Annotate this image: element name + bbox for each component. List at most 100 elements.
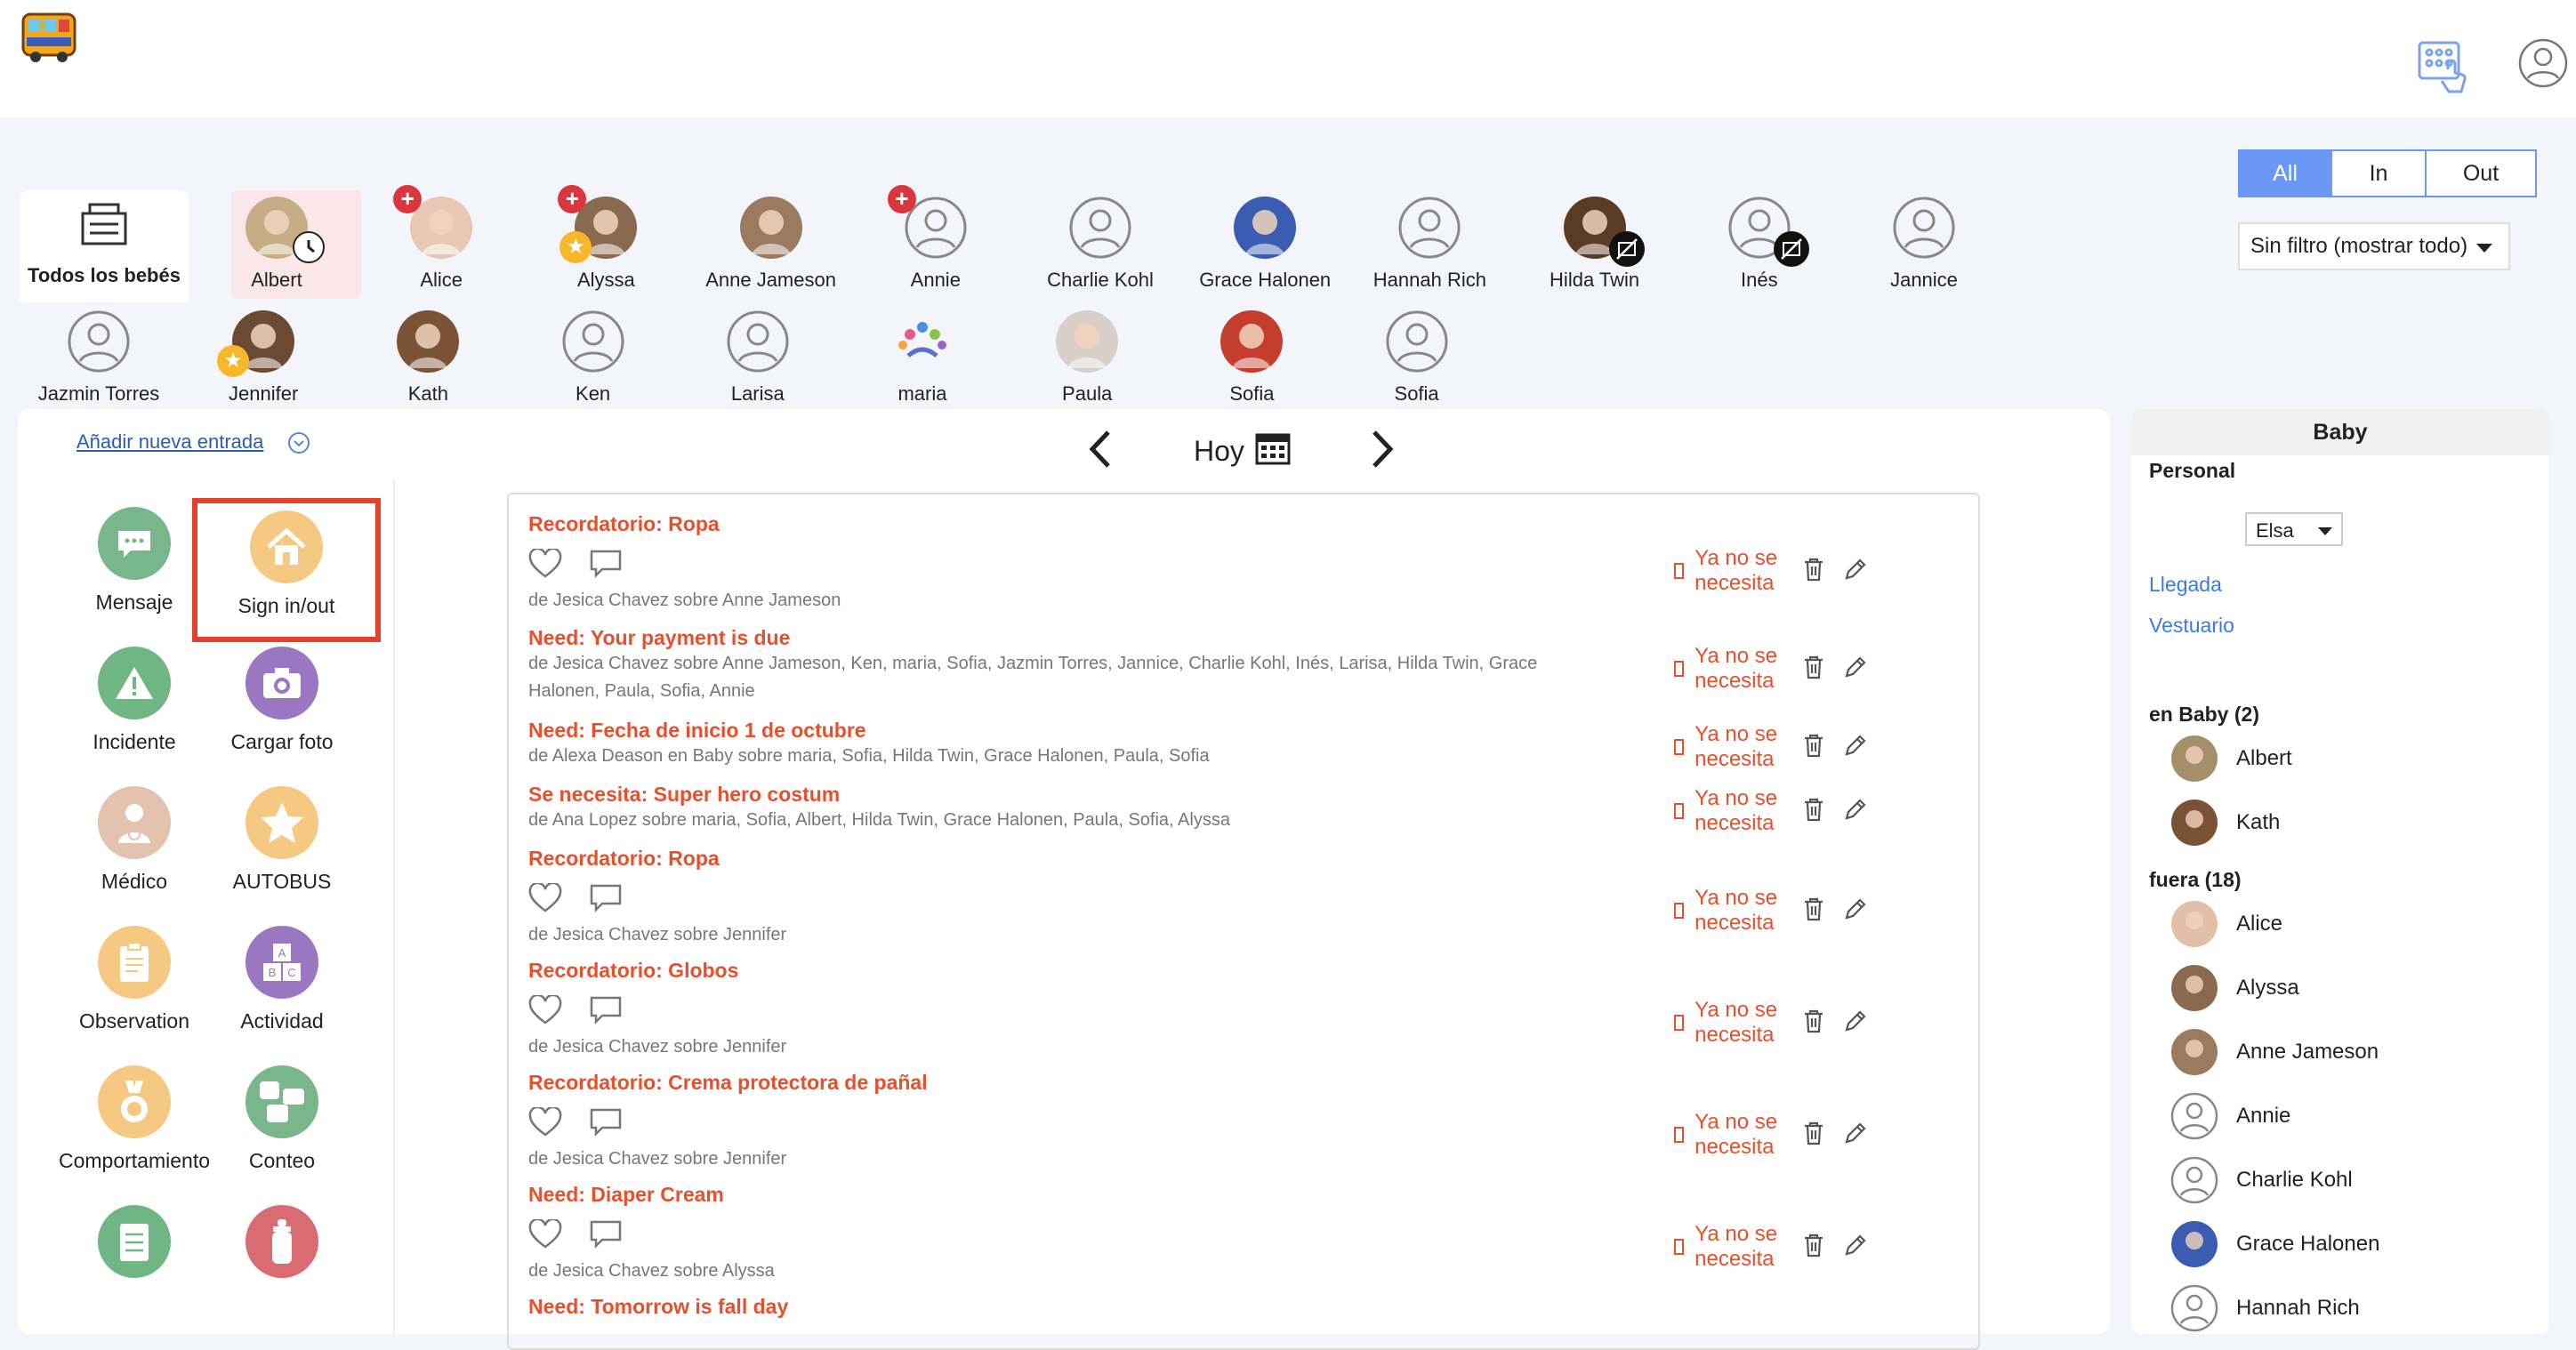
entry-type-autobus[interactable]: AUTOBUS <box>197 786 366 894</box>
kiosk-keypad-icon[interactable] <box>2416 39 2473 96</box>
entry-right-actions: Ya no se necesita <box>1674 1222 1867 1272</box>
child-paula[interactable]: Paula <box>1011 309 1163 406</box>
no-longer-needed-checkbox[interactable] <box>1674 563 1685 579</box>
entry-title[interactable]: Recordatorio: Ropa <box>528 847 1969 871</box>
child-anne-jameson[interactable]: Anne Jameson <box>696 196 847 292</box>
trash-icon[interactable] <box>1803 557 1824 586</box>
child-jazmin-torres[interactable]: Jazmin Torres <box>23 309 174 406</box>
no-longer-needed-checkbox[interactable] <box>1674 1239 1685 1255</box>
child-jannice[interactable]: Jannice <box>1848 196 2000 292</box>
comment-icon[interactable] <box>589 883 623 918</box>
sidebar-child-row[interactable]: Anne Jameson <box>2170 1028 2379 1076</box>
sidebar-child-row[interactable]: Kath <box>2170 799 2280 847</box>
staff-select[interactable]: Elsa <box>2245 512 2343 546</box>
entry-type-actividad[interactable]: A B C Actividad <box>197 926 366 1033</box>
child-alice[interactable]: + Alice <box>366 185 517 292</box>
no-longer-needed-checkbox[interactable] <box>1674 803 1685 819</box>
no-longer-needed-checkbox[interactable] <box>1674 739 1685 755</box>
entry-type-comportamiento[interactable]: Comportamiento <box>50 1065 219 1173</box>
child-hilda-twin[interactable]: Hilda Twin <box>1519 196 1670 292</box>
entry-title[interactable]: Recordatorio: Crema protectora de pañal <box>528 1071 1969 1095</box>
child-hannah-rich[interactable]: Hannah Rich <box>1354 196 1505 292</box>
sidebar-child-row[interactable]: Charlie Kohl <box>2170 1156 2353 1204</box>
entry-type-sign-in-out[interactable]: Sign in/out <box>192 498 381 642</box>
entry-type-conteo[interactable]: Conteo <box>197 1065 366 1173</box>
sidebar-child-row[interactable]: Grace Halonen <box>2170 1220 2379 1268</box>
trash-icon[interactable] <box>1803 1121 1824 1150</box>
heart-icon[interactable] <box>528 547 562 583</box>
trash-icon[interactable] <box>1803 896 1824 926</box>
chevron-down-icon[interactable] <box>288 432 310 454</box>
child-jennifer[interactable]: ★ Jennifer <box>188 309 339 406</box>
entry-type-mensaje[interactable]: Mensaje <box>50 507 219 615</box>
entry-title[interactable]: Need: Tomorrow is fall day <box>528 1295 1969 1319</box>
no-longer-needed-checkbox[interactable] <box>1674 1015 1685 1031</box>
sidebar-child-name: Kath <box>2236 810 2281 834</box>
comment-icon[interactable] <box>589 1107 623 1142</box>
no-longer-needed-checkbox[interactable] <box>1674 903 1685 919</box>
heart-icon[interactable] <box>528 1217 562 1254</box>
pencil-icon[interactable] <box>1844 798 1867 825</box>
sidebar-child-row[interactable]: Alyssa <box>2170 964 2299 1012</box>
child-sofia[interactable]: Sofia <box>1341 309 1493 406</box>
pencil-icon[interactable] <box>1844 1009 1867 1037</box>
no-longer-needed-checkbox[interactable] <box>1674 1127 1685 1143</box>
comment-icon[interactable] <box>589 549 623 583</box>
entry-type-incidente[interactable]: Incidente <box>50 647 219 754</box>
link-vestuario[interactable]: Vestuario <box>2149 614 2234 638</box>
child-maria[interactable]: maria <box>847 309 998 406</box>
pencil-icon[interactable] <box>1844 897 1867 925</box>
filter-in-button[interactable]: In <box>2332 149 2427 197</box>
sidebar-child-row[interactable]: Albert <box>2170 735 2292 783</box>
account-icon[interactable] <box>2517 37 2569 89</box>
link-llegada[interactable]: Llegada <box>2149 573 2222 597</box>
heart-icon[interactable] <box>528 881 562 918</box>
add-entry-link[interactable]: Añadir nueva entrada <box>76 430 263 454</box>
sidebar-child-row[interactable]: Annie <box>2170 1092 2290 1140</box>
entry-type-observation[interactable]: Observation <box>50 926 219 1033</box>
heart-icon[interactable] <box>528 1105 562 1142</box>
entry-type-checklist-icon[interactable] <box>50 1205 219 1289</box>
tab-all-children[interactable]: Todos los bebés <box>20 190 189 302</box>
comment-icon[interactable] <box>589 1219 623 1254</box>
calendar-icon[interactable] <box>1255 433 1291 470</box>
entry-right-actions: Ya no se necesita <box>1674 998 1867 1048</box>
child-albert[interactable]: Albert <box>201 196 352 292</box>
child-alyssa[interactable]: + ★ Alyssa <box>530 185 681 292</box>
entry-type-cargar-foto[interactable]: Cargar foto <box>197 647 366 754</box>
entry-title[interactable]: Recordatorio: Globos <box>528 959 1969 983</box>
child-larisa[interactable]: Larisa <box>682 309 833 406</box>
sidebar-child-row[interactable]: Alice <box>2170 900 2282 948</box>
pencil-icon[interactable] <box>1844 1233 1867 1261</box>
bus-logo-icon[interactable] <box>20 9 78 64</box>
filter-all-button[interactable]: All <box>2238 149 2332 197</box>
child-grace-halonen[interactable]: Grace Halonen <box>1189 196 1340 292</box>
heart-icon[interactable] <box>528 993 562 1030</box>
filter-select[interactable]: Sin filtro (mostrar todo) <box>2238 222 2510 270</box>
trash-icon[interactable] <box>1803 1233 1824 1262</box>
pencil-icon[interactable] <box>1844 1121 1867 1149</box>
child-charlie-kohl[interactable]: Charlie Kohl <box>1025 196 1176 292</box>
entry-title[interactable]: Need: Diaper Cream <box>528 1183 1969 1207</box>
child-in-s[interactable]: Inés <box>1684 196 1835 292</box>
trash-icon[interactable] <box>1803 797 1824 826</box>
chevron-right-icon[interactable] <box>1367 427 1397 476</box>
entry-title[interactable]: Recordatorio: Ropa <box>528 512 1969 536</box>
trash-icon[interactable] <box>1803 733 1824 762</box>
comment-icon[interactable] <box>589 995 623 1030</box>
trash-icon[interactable] <box>1803 1008 1824 1038</box>
entry-type-m-dico[interactable]: Médico <box>50 786 219 894</box>
sidebar-child-row[interactable]: Hannah Rich <box>2170 1284 2360 1332</box>
child-ken[interactable]: Ken <box>518 309 669 406</box>
child-kath[interactable]: Kath <box>352 309 503 406</box>
entry-type-bottle-icon[interactable] <box>197 1205 366 1289</box>
pencil-icon[interactable] <box>1844 558 1867 585</box>
trash-icon[interactable] <box>1803 655 1824 684</box>
filter-out-button[interactable]: Out <box>2427 149 2537 197</box>
chevron-left-icon[interactable] <box>1085 427 1115 476</box>
no-longer-needed-checkbox[interactable] <box>1674 661 1685 677</box>
child-annie[interactable]: + Annie <box>860 185 1011 292</box>
child-sofia[interactable]: Sofia <box>1176 309 1327 406</box>
pencil-icon[interactable] <box>1844 655 1867 683</box>
pencil-icon[interactable] <box>1844 734 1867 761</box>
